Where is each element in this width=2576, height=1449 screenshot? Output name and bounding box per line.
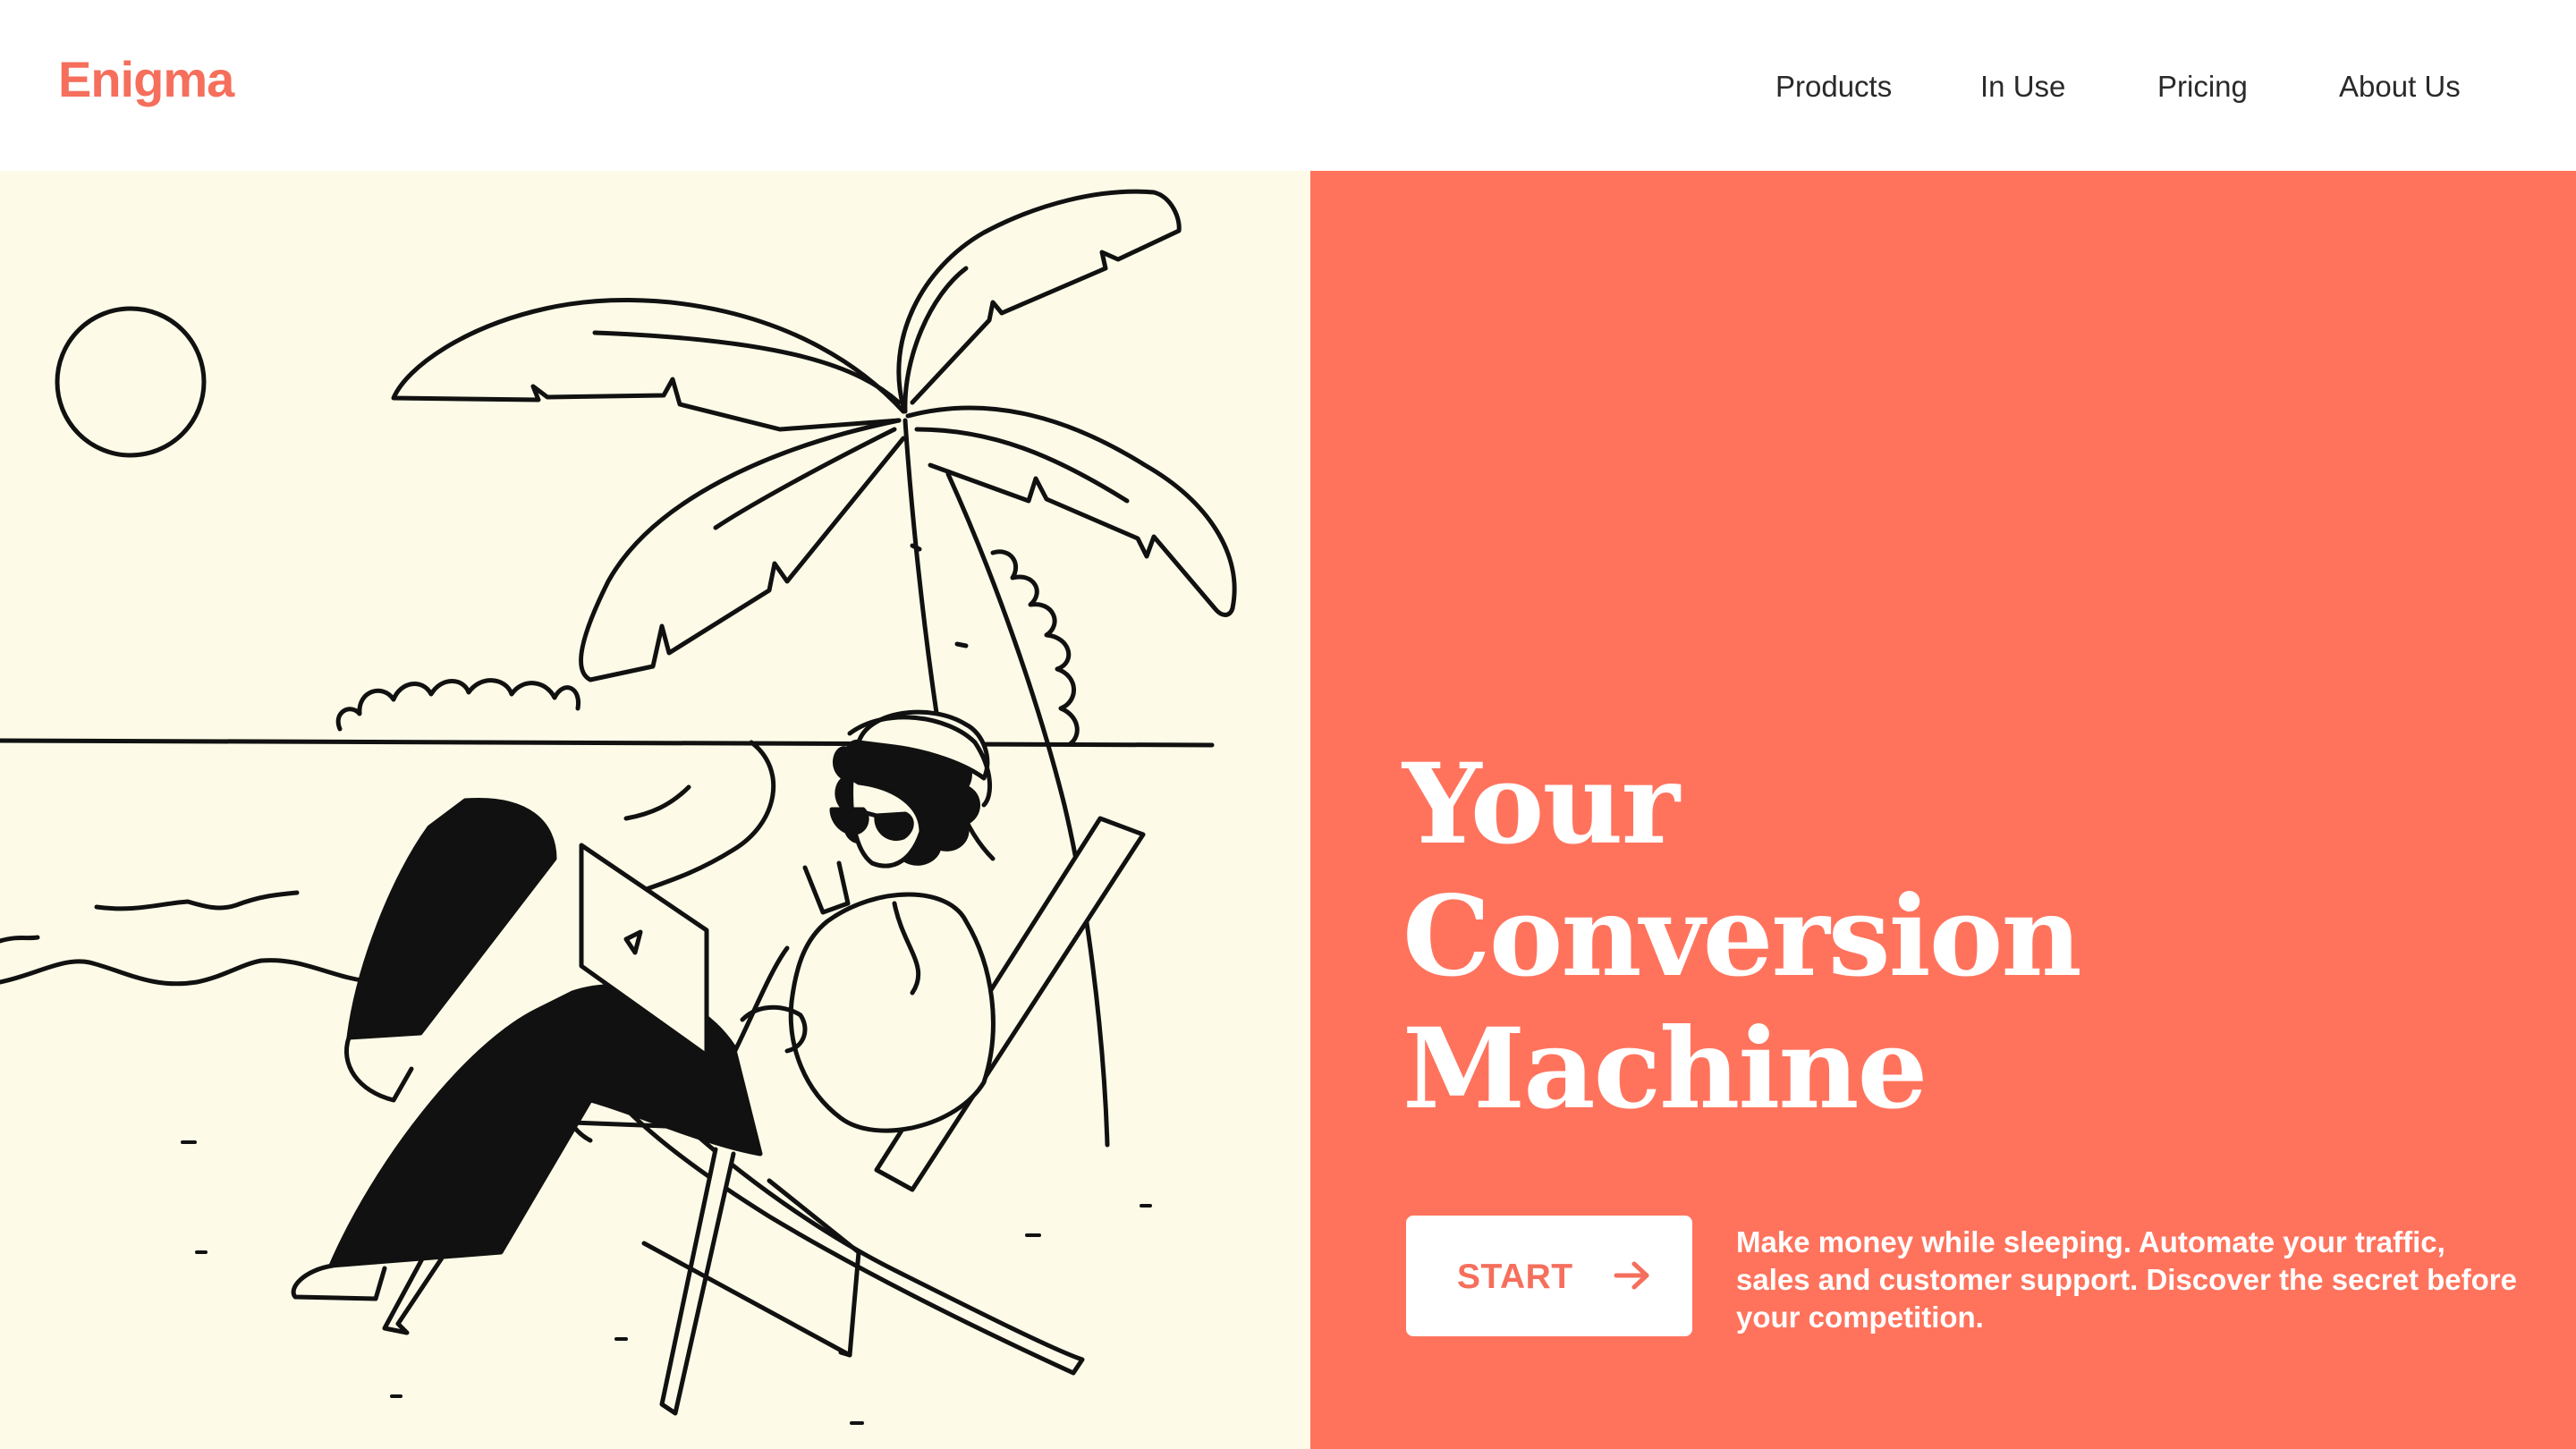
palm-leaf [905,405,1237,617]
headline-line-2: Conversion [1402,872,2082,1002]
hero-headline: Your Conversion Machine [1402,739,2082,1136]
nav-link-pricing[interactable]: Pricing [2157,70,2248,104]
hero-tagline: Make money while sleeping. Automate your… [1736,1225,2517,1334]
start-button-label: START [1457,1258,1573,1296]
wave [0,958,378,987]
nav-link-in-use[interactable]: In Use [1980,70,2065,104]
person-shirt [788,892,996,1133]
sun-icon [55,306,207,458]
bush-left [335,678,580,732]
beach-illustration [0,189,1237,1425]
arrow-right-icon [1614,1261,1649,1290]
shore-line [641,740,776,893]
horizon-line [0,738,1215,748]
headline-line-1: Your [1402,740,1680,869]
headline-line-3: Machine [1402,1004,1928,1134]
chair-frame [659,1147,736,1416]
person-leg [346,797,557,1040]
hero-illustration-panel [0,171,1310,1449]
bush-right [990,549,1080,747]
person-foot [291,1263,387,1301]
person-foot [343,1035,414,1103]
start-button[interactable]: START [1406,1216,1692,1336]
nav-link-about-us[interactable]: About Us [2339,70,2461,104]
palm-leaf [902,266,969,414]
site-header: Enigma Products In Use Pricing About Us [0,0,2576,171]
wave [94,890,300,911]
wave [0,935,40,944]
nav-link-products[interactable]: Products [1775,70,1892,104]
palm-leaf [896,189,1182,410]
brand-logo[interactable]: Enigma [58,50,234,108]
palm-leaf [579,418,906,682]
